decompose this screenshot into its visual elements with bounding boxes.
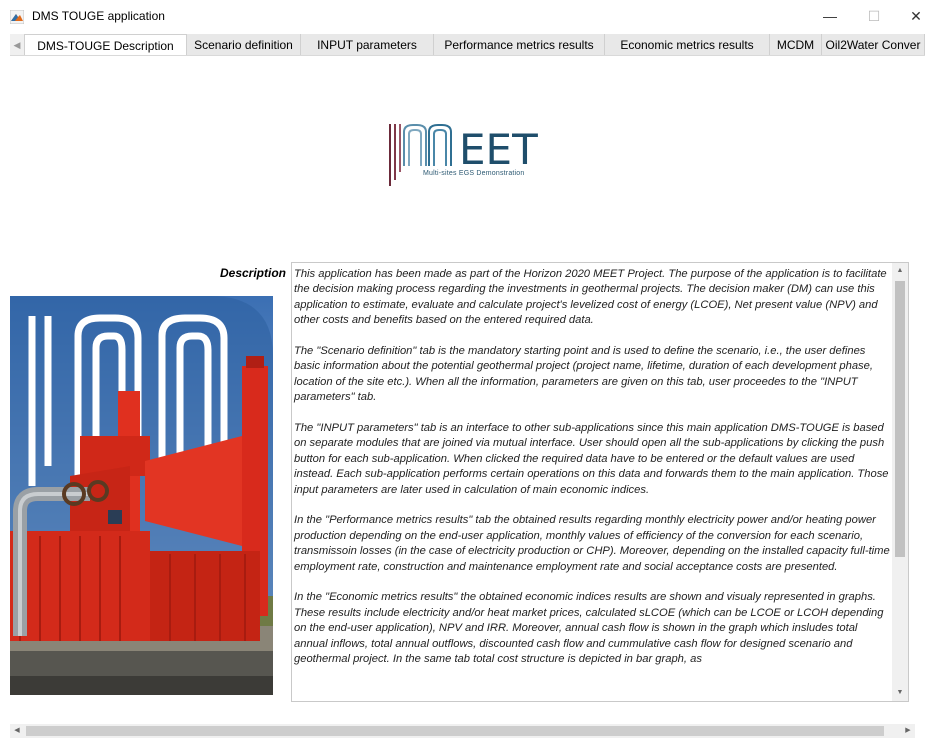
maximize-button[interactable]: ☐ [856,4,892,28]
meet-logo-graphic: EET [389,124,538,186]
scroll-left-icon[interactable]: ◀ [10,724,24,738]
tab-input-parameters[interactable]: INPUT parameters [301,34,434,55]
meet-logo: EET Multi-sites EGS Demonstration [387,120,577,190]
horizontal-scroll-thumb[interactable] [26,726,884,736]
plant-illustration [10,296,273,695]
tab-performance-metrics-results[interactable]: Performance metrics results [434,34,605,55]
tab-scenario-definition[interactable]: Scenario definition [187,34,301,55]
description-paragraph: The "INPUT parameters" tab is an interfa… [294,422,889,496]
description-text: This application has been made as part o… [294,267,892,683]
description-vertical-scrollbar[interactable]: ▲ ▼ [892,263,908,701]
close-button[interactable]: ✕ [898,4,925,28]
geothermal-plant-photo [10,296,273,695]
scroll-down-icon[interactable]: ▼ [892,685,908,701]
scroll-up-icon[interactable]: ▲ [892,263,908,279]
horizontal-scrollbar[interactable]: ◀ ▶ [10,724,915,738]
matlab-app-icon [10,10,24,24]
svg-text:EET: EET [459,125,538,174]
description-panel: EET Multi-sites EGS Demonstration Descri… [10,56,915,720]
vertical-scroll-thumb[interactable] [895,281,905,557]
description-paragraph: In the "Economic metrics results" the ob… [294,591,884,666]
tab-oil2water-conver[interactable]: Oil2Water Conver [822,34,925,55]
tab-scroll-left-icon[interactable]: ◀ [10,34,24,55]
tab-mcdm[interactable]: MCDM [770,34,822,55]
logo-subtitle: Multi-sites EGS Demonstration [423,170,525,177]
app-window: DMS TOUGE application — ☐ ✕ ◀ DMS-TOUGE … [0,0,925,738]
tab-bar: ◀ DMS-TOUGE Description Scenario definit… [10,34,925,56]
minimize-button[interactable]: — [812,4,848,28]
description-textbox[interactable]: This application has been made as part o… [291,262,909,702]
description-paragraph: This application has been made as part o… [294,268,887,327]
tab-economic-metrics-results[interactable]: Economic metrics results [605,34,770,55]
description-paragraph: In the "Performance metrics results" tab… [294,514,890,573]
tab-dms-touge-description[interactable]: DMS-TOUGE Description [24,34,187,55]
description-paragraph: The "Scenario definition" tab is the man… [294,345,873,404]
scroll-right-icon[interactable]: ▶ [901,724,915,738]
title-bar: DMS TOUGE application — ☐ ✕ [0,0,925,32]
window-title: DMS TOUGE application [32,9,165,23]
description-label: Description [219,266,286,280]
